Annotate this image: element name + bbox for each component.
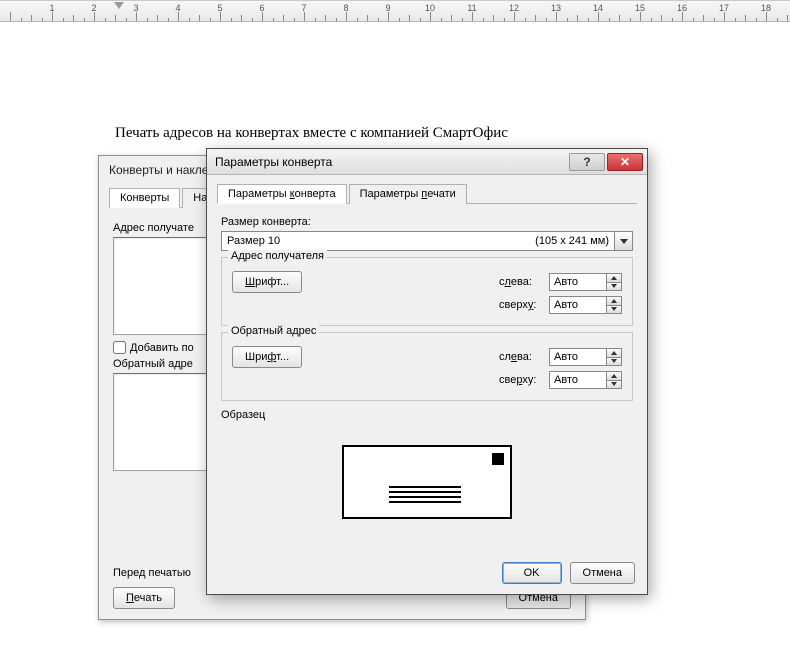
top-label: сверху: <box>499 374 549 386</box>
spin-down-icon[interactable] <box>607 357 622 367</box>
close-button[interactable]: ✕ <box>607 153 643 171</box>
recipient-font-button[interactable]: Шрифт... <box>232 271 302 293</box>
return-left-spinner[interactable] <box>549 348 622 366</box>
envelope-preview <box>342 445 512 519</box>
stamp-icon <box>492 453 504 465</box>
preview-label: Образец <box>221 409 633 421</box>
envelope-size-name: Размер 10 <box>227 235 535 247</box>
titlebar[interactable]: Параметры конверта ? ✕ <box>207 149 647 175</box>
ruler: 123456789101112131415161718 <box>0 0 790 22</box>
envelope-size-dims: (105 x 241 мм) <box>535 235 609 247</box>
document-heading: Печать адресов на конвертах вместе с ком… <box>115 125 508 142</box>
return-address-group: Обратный адрес Шрифт... слева: сверху: <box>221 332 633 401</box>
spin-down-icon[interactable] <box>607 305 622 315</box>
recipient-address-group: Адрес получателя Шрифт... слева: сверху: <box>221 257 633 326</box>
tab-print-params[interactable]: Параметры печати <box>349 184 467 204</box>
tab-envelope-params[interactable]: Параметры конверта <box>217 184 347 204</box>
chevron-down-icon[interactable] <box>615 231 633 251</box>
recipient-top-spinner[interactable] <box>549 296 622 314</box>
print-button[interactable]: Печать <box>113 587 175 609</box>
recipient-left-spinner[interactable] <box>549 273 622 291</box>
left-label: слева: <box>499 351 549 363</box>
spin-up-icon[interactable] <box>607 296 622 305</box>
dialog-title: Параметры конверта <box>215 155 332 169</box>
return-top-input[interactable] <box>549 371 607 389</box>
address-lines-icon <box>389 483 461 506</box>
group-legend: Обратный адрес <box>228 325 319 337</box>
add-electronic-label: Добавить по <box>130 342 194 354</box>
spin-down-icon[interactable] <box>607 282 622 292</box>
cancel-button[interactable]: Отмена <box>570 562 635 584</box>
spin-up-icon[interactable] <box>607 371 622 380</box>
tab-envelopes[interactable]: Конверты <box>109 188 180 208</box>
ok-button[interactable]: OK <box>502 562 562 584</box>
spin-up-icon[interactable] <box>607 273 622 282</box>
spin-up-icon[interactable] <box>607 348 622 357</box>
left-label: слева: <box>499 276 549 288</box>
spin-down-icon[interactable] <box>607 380 622 390</box>
return-top-spinner[interactable] <box>549 371 622 389</box>
top-label: сверху: <box>499 299 549 311</box>
envelope-size-label: Размер конверта: <box>221 216 633 228</box>
return-left-input[interactable] <box>549 348 607 366</box>
group-legend: Адрес получателя <box>228 250 327 262</box>
add-electronic-check[interactable] <box>113 341 126 354</box>
return-font-button[interactable]: Шрифт... <box>232 346 302 368</box>
envelope-options-dialog: Параметры конверта ? ✕ Параметры конверт… <box>206 148 648 595</box>
envelope-size-select[interactable]: Размер 10 (105 x 241 мм) <box>221 231 633 251</box>
recipient-top-input[interactable] <box>549 296 607 314</box>
help-button[interactable]: ? <box>569 153 605 171</box>
recipient-left-input[interactable] <box>549 273 607 291</box>
